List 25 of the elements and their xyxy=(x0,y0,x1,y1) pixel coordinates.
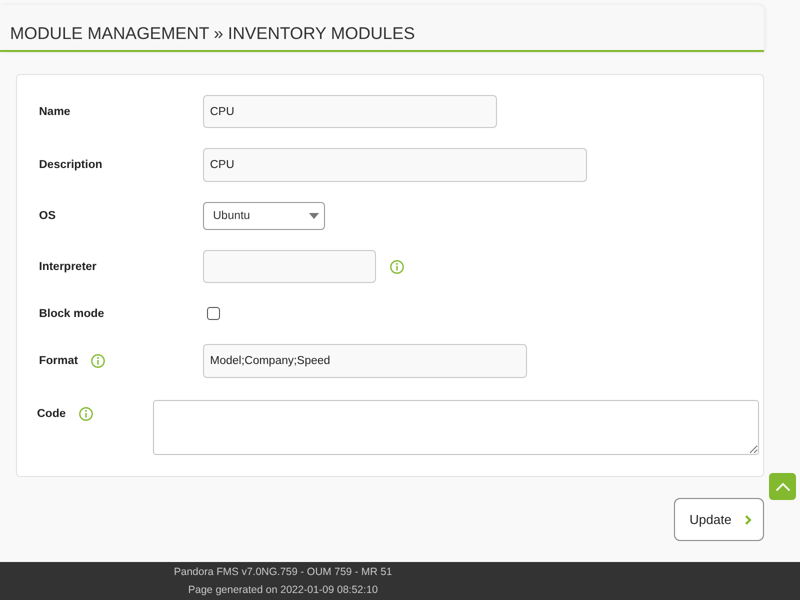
field-label: Format xyxy=(39,354,78,368)
field-label: Block mode xyxy=(39,306,104,320)
field-label: Interpreter xyxy=(39,260,97,274)
input-field[interactable]: Model;Company;Speed xyxy=(203,344,527,378)
checkbox[interactable] xyxy=(207,307,220,320)
input-field[interactable]: CPU xyxy=(203,95,497,128)
page-title: MODULE MANAGEMENT » INVENTORY MODULES xyxy=(10,23,415,45)
footer-text: Page generated on 2022-01-09 08:52:10 xyxy=(188,583,378,598)
info-icon[interactable] xyxy=(78,407,93,421)
textarea-field[interactable] xyxy=(153,400,759,455)
field-label: OS xyxy=(39,209,56,223)
dropdown[interactable]: Ubuntu xyxy=(203,202,325,230)
scroll-top-button[interactable] xyxy=(769,473,796,500)
chevron-right-icon xyxy=(744,514,752,526)
info-icon[interactable] xyxy=(90,354,105,368)
input-field[interactable]: CPU xyxy=(203,148,587,182)
field-label: Code xyxy=(37,407,66,421)
chevron-up-icon xyxy=(774,482,790,492)
caret-icon xyxy=(309,213,319,219)
field-label: Name xyxy=(39,104,70,118)
footer-text: Pandora FMS v7.0NG.759 - OUM 759 - MR 51 xyxy=(174,565,392,580)
info-icon[interactable] xyxy=(390,260,404,274)
update-button[interactable]: Update xyxy=(674,498,764,541)
field-label: Description xyxy=(39,158,102,172)
input-field[interactable] xyxy=(203,250,376,283)
